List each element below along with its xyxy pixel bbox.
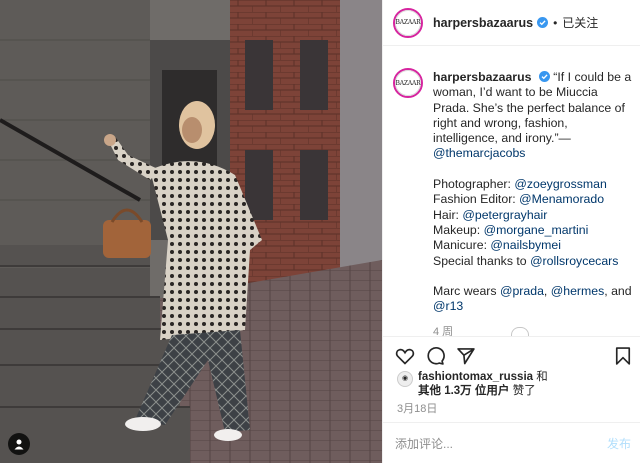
comment-input[interactable]: 添加评论... bbox=[395, 435, 453, 452]
mention-hermes[interactable]: @hermes bbox=[551, 284, 605, 298]
credit-label: Hair: bbox=[433, 207, 463, 222]
wears-text: Marc wears bbox=[433, 284, 500, 299]
paper-plane-icon[interactable] bbox=[456, 346, 476, 366]
bookmark-icon[interactable] bbox=[613, 346, 633, 366]
mention-themarcjacobs[interactable]: @themarcjacobs bbox=[433, 146, 525, 160]
avatar-logo: BAZAAR bbox=[395, 9, 421, 36]
comment-bar: 添加评论... 发布 bbox=[383, 422, 640, 463]
credit-label: Photographer: bbox=[433, 177, 515, 192]
following-button[interactable]: 已关注 bbox=[562, 14, 598, 31]
verified-badge-icon bbox=[537, 17, 549, 28]
post-details-panel: BAZAAR harpersbazaarus • 已关注 BAZAAR harp… bbox=[382, 0, 640, 463]
likes-others-link[interactable]: 其他 1.3万 位用户 bbox=[418, 385, 509, 397]
post-comment-button[interactable]: 发布 bbox=[607, 435, 631, 452]
credit-label: Special thanks to bbox=[433, 253, 531, 268]
caption-avatar-logo: BAZAAR bbox=[395, 70, 421, 96]
profile-avatar[interactable]: BAZAAR bbox=[393, 7, 423, 38]
load-more-hint bbox=[511, 327, 529, 336]
mention-photographer[interactable]: @zoeygrossman bbox=[514, 177, 606, 191]
post-date[interactable]: 3月18日 bbox=[397, 400, 437, 416]
mention-manicure[interactable]: @nailsbymei bbox=[490, 238, 561, 252]
post-caption: BAZAAR harpersbazaarus “If I could be a … bbox=[393, 68, 638, 340]
credit-label: Manicure: bbox=[433, 238, 491, 253]
person-icon bbox=[14, 439, 24, 450]
post-header: BAZAAR harpersbazaarus • 已关注 bbox=[383, 0, 640, 46]
heart-icon[interactable] bbox=[395, 346, 415, 366]
mention-special-thanks[interactable]: @rollsroycecars bbox=[530, 254, 618, 268]
tagged-people-button[interactable] bbox=[8, 433, 30, 455]
and-text: , and bbox=[604, 284, 632, 299]
likes-and-text: 和 bbox=[533, 371, 548, 383]
credit-label: Makeup: bbox=[433, 222, 484, 237]
credit-label: Fashion Editor: bbox=[433, 192, 520, 207]
caption-avatar[interactable]: BAZAAR bbox=[393, 68, 423, 98]
comma-text: , bbox=[543, 284, 551, 299]
mention-makeup[interactable]: @morgane_martini bbox=[484, 223, 589, 237]
likes-summary: ◉ fashiontomax_russia 和 其他 1.3万 位用户 赞了 bbox=[397, 370, 548, 398]
caption-username[interactable]: harpersbazaarus bbox=[433, 70, 531, 84]
post-photo[interactable] bbox=[0, 0, 382, 463]
mention-r13[interactable]: @r13 bbox=[433, 299, 463, 313]
mention-hair[interactable]: @petergrayhair bbox=[462, 208, 547, 222]
mention-fashion-editor[interactable]: @Menamorado bbox=[519, 192, 604, 206]
verified-badge-icon bbox=[538, 71, 550, 82]
liker-avatar[interactable]: ◉ bbox=[397, 371, 413, 387]
comment-icon[interactable] bbox=[425, 346, 445, 366]
likes-liked-text: 赞了 bbox=[509, 385, 536, 397]
liker-username[interactable]: fashiontomax_russia bbox=[418, 371, 533, 383]
caption-text: harpersbazaarus “If I could be a woman, … bbox=[433, 70, 633, 340]
header-separator: • bbox=[553, 15, 558, 30]
mention-prada[interactable]: @prada bbox=[500, 284, 544, 298]
header-username[interactable]: harpersbazaarus bbox=[433, 16, 533, 30]
